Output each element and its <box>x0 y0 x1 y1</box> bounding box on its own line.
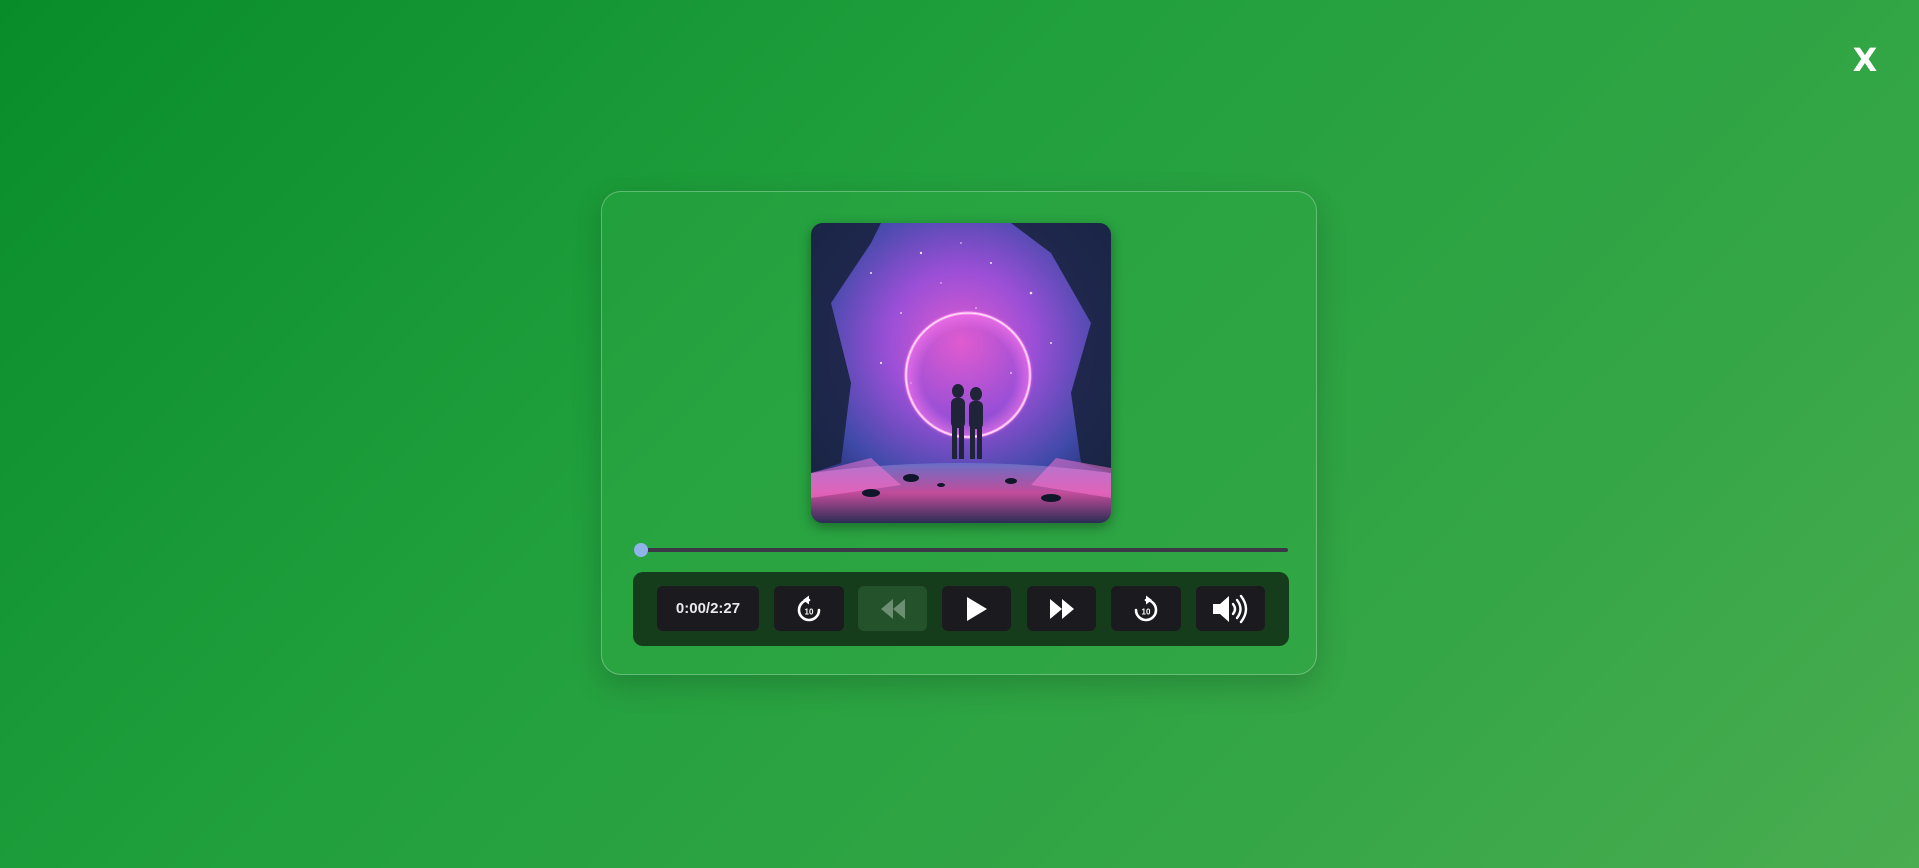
forward-10-icon: 10 <box>1134 595 1158 621</box>
album-cover <box>811 223 1111 523</box>
volume-icon <box>1212 594 1247 623</box>
progress-track <box>634 548 1288 552</box>
previous-button[interactable] <box>858 586 927 631</box>
play-icon <box>966 596 987 621</box>
rewind-10-label: 10 <box>805 607 814 616</box>
audio-player-card: 0:00/2:27 10 10 <box>601 191 1317 675</box>
controls-bar: 0:00/2:27 10 10 <box>633 572 1289 646</box>
play-button[interactable] <box>942 586 1011 631</box>
progress-thumb[interactable] <box>634 543 648 557</box>
rewind-10-icon: 10 <box>797 595 821 621</box>
skip-forward-icon <box>1049 598 1074 619</box>
forward-10-label: 10 <box>1142 607 1151 616</box>
album-cover-image <box>811 223 1111 523</box>
rewind-10-button[interactable]: 10 <box>774 586 844 631</box>
skip-back-icon <box>880 598 905 619</box>
next-button[interactable] <box>1027 586 1096 631</box>
progress-slider[interactable] <box>634 542 1288 558</box>
time-display: 0:00/2:27 <box>657 586 759 631</box>
forward-10-button[interactable]: 10 <box>1111 586 1181 631</box>
close-button[interactable]: X <box>1850 38 1880 82</box>
volume-button[interactable] <box>1196 586 1265 631</box>
